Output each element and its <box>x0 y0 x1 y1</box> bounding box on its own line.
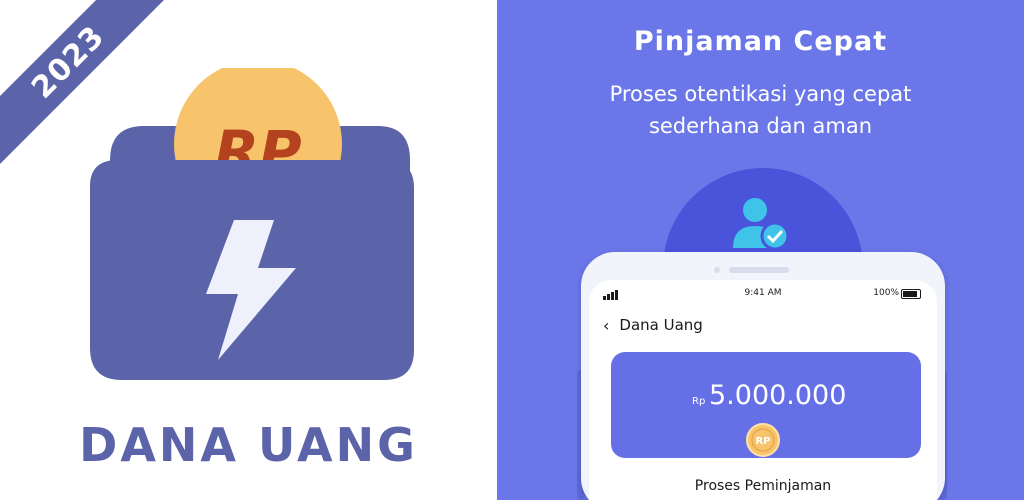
promo-subtext-line1: Proses otentikasi yang cepat <box>609 82 912 106</box>
phone-camera <box>714 267 720 273</box>
promo-subtext: Proses otentikasi yang cepat sederhana d… <box>497 78 1024 142</box>
promo-headline: Pinjaman Cepat <box>633 26 888 57</box>
nav-title: Dana Uang <box>619 316 703 334</box>
currency-label: Rp <box>692 396 706 407</box>
battery-icon <box>901 289 921 299</box>
coin-small-text: RP <box>755 436 770 447</box>
brand-name: DANA UANG <box>79 418 418 472</box>
user-verified-icon <box>733 198 790 251</box>
phone-mockup: 9:41 AM 100% ‹ Dana Uang Rp 5.000.000 RP… <box>581 252 945 500</box>
wallet-logo-icon: RP <box>90 68 414 380</box>
promo-panel: Pinjaman Cepat Proses otentikasi yang ce… <box>497 0 1024 500</box>
loan-process-label: Proses Peminjaman <box>694 478 832 494</box>
battery-percent: 100% <box>873 288 899 298</box>
coin-small-icon: RP <box>746 423 780 457</box>
status-bar: 9:41 AM 100% <box>589 288 937 304</box>
loan-amount: 5.000.000 <box>709 380 847 411</box>
phone-speaker <box>729 267 789 273</box>
promo-subtext-line2: sederhana dan aman <box>648 114 873 138</box>
app-logo-panel: 2023 RP DANA UANG <box>0 0 497 500</box>
back-chevron-icon[interactable]: ‹ <box>603 316 609 335</box>
nav-bar: ‹ Dana Uang <box>603 314 703 336</box>
phone-screen: 9:41 AM 100% ‹ Dana Uang Rp 5.000.000 RP… <box>589 280 937 500</box>
